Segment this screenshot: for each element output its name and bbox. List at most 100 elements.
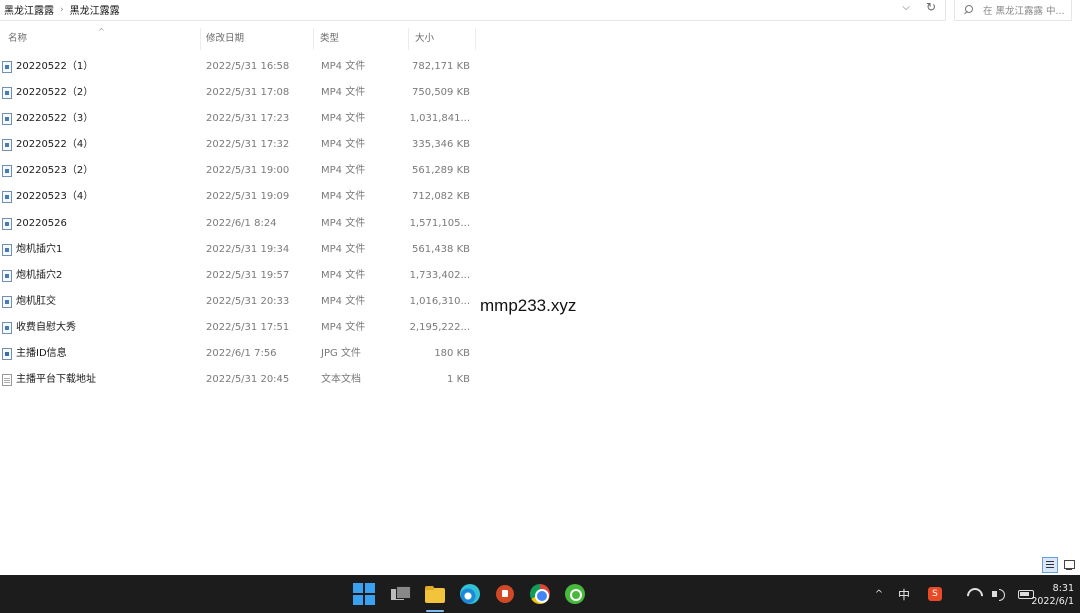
file-size: 561,438 KB xyxy=(412,243,470,255)
column-header: 名称 ^ 修改日期 类型 大小 xyxy=(0,26,476,52)
active-app-indicator xyxy=(426,610,444,612)
video-file-icon xyxy=(2,165,12,178)
column-header-size[interactable]: 大小 xyxy=(407,26,434,52)
file-type: MP4 文件 xyxy=(321,165,366,177)
file-size: 1 KB xyxy=(447,374,470,386)
file-type: MP4 文件 xyxy=(321,61,366,72)
video-file-icon xyxy=(2,321,12,334)
file-date: 2022/5/31 17:08 xyxy=(206,87,290,99)
column-header-date[interactable]: 修改日期 xyxy=(198,26,244,52)
file-row[interactable]: 20220526 2022/6/1 8:24 MP4 文件 1,571,105... xyxy=(0,211,476,237)
breadcrumb-item[interactable]: 黑龙江露露 xyxy=(0,2,58,17)
image-file-icon xyxy=(2,348,12,361)
file-explorer-icon[interactable] xyxy=(424,583,446,605)
file-row[interactable]: 炮机插穴2 2022/5/31 19:57 MP4 文件 1,733,402... xyxy=(0,263,476,289)
file-type: MP4 文件 xyxy=(321,113,366,125)
file-date: 2022/6/1 8:24 xyxy=(206,217,277,229)
file-name: 20220522（4） xyxy=(16,139,94,151)
file-name: 炮机插穴1 xyxy=(16,243,63,255)
powerpoint-icon[interactable] xyxy=(494,583,516,605)
file-name: 主播ID信息 xyxy=(16,348,67,360)
column-divider[interactable] xyxy=(475,28,476,50)
video-file-icon xyxy=(2,191,12,204)
details-view-icon[interactable] xyxy=(1042,557,1058,573)
search-placeholder: 在 黑龙江露露 中... xyxy=(983,5,1065,17)
sort-ascending-icon: ^ xyxy=(98,27,105,36)
file-type: 文本文档 xyxy=(321,374,361,386)
file-row[interactable]: 20220522（2） 2022/5/31 17:08 MP4 文件 750,509 … xyxy=(0,80,476,106)
file-type: MP4 文件 xyxy=(321,243,366,255)
file-date: 2022/5/31 19:57 xyxy=(206,269,290,281)
file-row[interactable]: 主播ID信息 2022/6/1 7:56 JPG 文件 180 KB xyxy=(0,341,476,367)
file-name: 20220526 xyxy=(16,217,67,229)
file-size: 712,082 KB xyxy=(412,191,470,203)
file-size: 1,031,841... xyxy=(409,113,470,125)
file-size: 782,171 KB xyxy=(412,61,470,72)
video-file-icon xyxy=(2,139,12,152)
search-input[interactable]: 在 黑龙江露露 中... xyxy=(954,0,1072,21)
file-type: MP4 文件 xyxy=(321,321,366,333)
taskbar: ^ 中 S 8:31 2022/6/1 xyxy=(0,575,1080,613)
file-name: 20220522（1） xyxy=(16,61,94,72)
file-row[interactable]: 20220522（4） 2022/5/31 17:32 MP4 文件 335,346 … xyxy=(0,132,476,158)
input-method-indicator[interactable]: 中 xyxy=(898,586,910,603)
file-date: 2022/5/31 16:58 xyxy=(206,61,290,72)
file-row[interactable]: 20220522（3） 2022/5/31 17:23 MP4 文件 1,031,84… xyxy=(0,106,476,132)
address-row: 黑龙江露露 › 黑龙江露露 ⌵ ↻ 在 黑龙江露露 中... xyxy=(0,0,1080,24)
file-name: 20220523（4） xyxy=(16,191,94,203)
video-file-icon xyxy=(2,269,12,282)
search-icon xyxy=(963,4,973,15)
file-date: 2022/5/31 17:51 xyxy=(206,321,290,333)
column-header-name[interactable]: 名称 xyxy=(0,26,27,52)
file-row[interactable]: 炮机插穴1 2022/5/31 19:34 MP4 文件 561,438 KB xyxy=(0,237,476,263)
file-size: 2,195,222... xyxy=(409,321,470,333)
clock-date: 2022/6/1 xyxy=(1031,596,1074,607)
file-type: MP4 文件 xyxy=(321,139,366,151)
file-name: 20220522（3） xyxy=(16,113,94,125)
file-size: 750,509 KB xyxy=(412,87,470,99)
file-date: 2022/5/31 17:32 xyxy=(206,139,290,151)
clock-time: 8:31 xyxy=(1052,583,1074,594)
file-row[interactable]: 收费自慰大秀 2022/5/31 17:51 MP4 文件 2,195,222... xyxy=(0,315,476,341)
address-bar[interactable]: 黑龙江露露 › 黑龙江露露 ⌵ ↻ xyxy=(0,0,946,21)
chrome-icon[interactable] xyxy=(529,583,551,605)
file-name: 20220522（2） xyxy=(16,87,94,99)
file-size: 1,016,310... xyxy=(409,295,470,307)
file-size: 180 KB xyxy=(434,348,470,360)
wifi-icon[interactable] xyxy=(966,588,980,600)
task-view-icon[interactable] xyxy=(389,583,411,605)
file-name: 主播平台下载地址 xyxy=(16,374,96,386)
text-file-icon xyxy=(2,374,12,387)
browser-icon[interactable] xyxy=(564,583,586,605)
column-header-type[interactable]: 类型 xyxy=(312,26,339,52)
file-date: 2022/6/1 7:56 xyxy=(206,348,277,360)
show-hidden-icons-chevron-up-icon[interactable]: ^ xyxy=(872,589,886,600)
file-date: 2022/5/31 19:09 xyxy=(206,191,290,203)
file-size: 1,733,402... xyxy=(409,269,470,281)
video-file-icon xyxy=(2,295,12,308)
system-tray: ^ 中 S xyxy=(872,575,1046,613)
video-file-icon xyxy=(2,87,12,100)
file-date: 2022/5/31 20:33 xyxy=(206,295,290,307)
edge-icon[interactable] xyxy=(459,583,481,605)
video-file-icon xyxy=(2,243,12,256)
clock[interactable]: 8:31 2022/6/1 xyxy=(1024,582,1074,608)
file-row[interactable]: 主播平台下载地址 2022/5/31 20:45 文本文档 1 KB xyxy=(0,367,476,393)
sogou-ime-icon[interactable]: S xyxy=(928,587,943,601)
volume-icon[interactable] xyxy=(992,588,1006,601)
file-row[interactable]: 20220523（4） 2022/5/31 19:09 MP4 文件 712,082 … xyxy=(0,184,476,210)
refresh-icon[interactable]: ↻ xyxy=(923,0,939,14)
file-name: 收费自慰大秀 xyxy=(16,321,76,333)
chevron-down-icon[interactable]: ⌵ xyxy=(899,2,913,13)
tiles-view-icon[interactable] xyxy=(1062,557,1078,573)
file-name: 炮机肛交 xyxy=(16,295,56,307)
windows-start-icon[interactable] xyxy=(353,583,375,605)
file-row[interactable]: 20220523（2） 2022/5/31 19:00 MP4 文件 561,289 … xyxy=(0,158,476,184)
breadcrumb-separator[interactable]: › xyxy=(58,5,66,15)
file-explorer-window: 黑龙江露露 › 黑龙江露露 ⌵ ↻ 在 黑龙江露露 中... 名称 ^ 修改日期… xyxy=(0,0,1080,575)
file-row[interactable]: 20220522（1） 2022/5/31 16:58 MP4 文件 782,171 … xyxy=(0,54,476,80)
file-row[interactable]: 炮机肛交 2022/5/31 20:33 MP4 文件 1,016,310... xyxy=(0,289,476,315)
file-date: 2022/5/31 19:34 xyxy=(206,243,290,255)
breadcrumb-item[interactable]: 黑龙江露露 xyxy=(66,2,124,17)
file-date: 2022/5/31 20:45 xyxy=(206,374,290,386)
